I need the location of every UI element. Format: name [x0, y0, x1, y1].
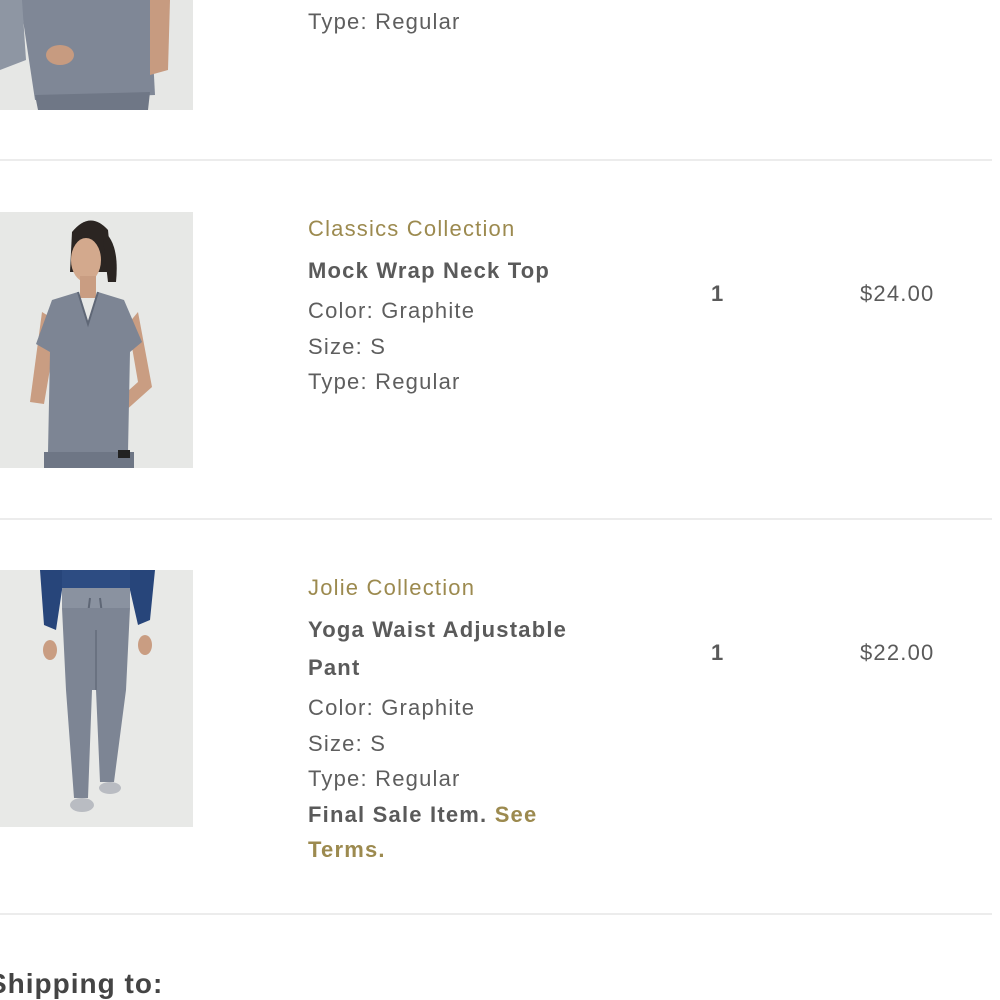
product-price: $24.00 — [860, 281, 935, 306]
product-name[interactable]: Yoga Waist Adjustable Pant — [308, 611, 598, 687]
product-image-mock-wrap-top[interactable] — [0, 212, 193, 468]
product-details-top-partial: Type: Regular — [308, 4, 608, 40]
product-name[interactable]: Mock Wrap Neck Top — [308, 252, 608, 290]
product-color: Color: Graphite — [308, 298, 476, 323]
product-size: Size: S — [308, 730, 387, 756]
product-quantity: 1 — [711, 281, 724, 306]
product-quantity: 1 — [711, 640, 724, 665]
product-color: Color: Graphite — [308, 695, 476, 720]
product-image-yoga-pant[interactable] — [0, 570, 193, 827]
product-type: Type: Regular — [308, 766, 461, 791]
product-details-mock-wrap-top: Classics Collection Mock Wrap Neck Top C… — [308, 215, 608, 400]
collection-label: Classics Collection — [308, 216, 516, 241]
final-sale-notice: Final Sale Item. See Terms. — [308, 797, 568, 867]
shipping-heading: Shipping to: — [0, 968, 164, 999]
product-type: Type: Regular — [308, 369, 461, 394]
divider — [0, 913, 992, 915]
final-sale-label: Final Sale Item. — [308, 801, 488, 827]
product-size: Size: S — [308, 333, 387, 359]
order-summary: Type: Regular Classics Collection Mock W… — [0, 0, 1000, 1000]
divider — [0, 518, 992, 520]
divider — [0, 159, 992, 161]
product-type: Type: Regular — [308, 9, 461, 34]
product-price: $22.00 — [860, 640, 935, 665]
product-details-yoga-pant: Jolie Collection Yoga Waist Adjustable P… — [308, 574, 608, 867]
collection-label: Jolie Collection — [308, 575, 476, 600]
product-image-top-partial — [0, 0, 193, 110]
